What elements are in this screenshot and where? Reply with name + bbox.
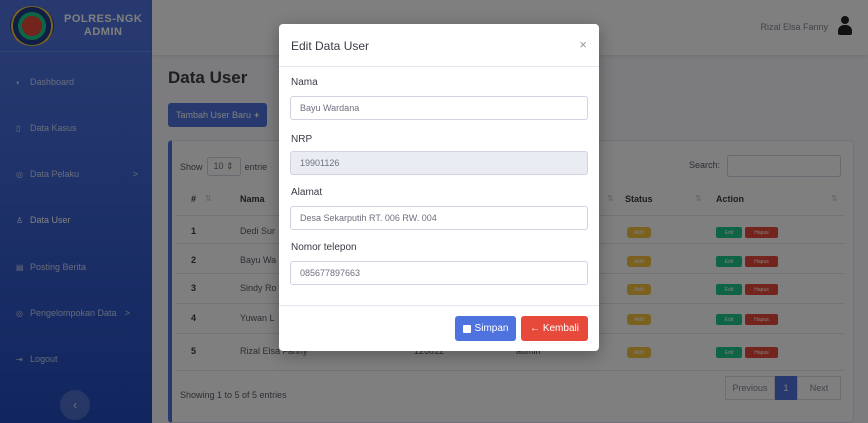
telepon-label: Nomor telepon	[291, 242, 357, 253]
nama-label: Nama	[291, 77, 318, 88]
back-button[interactable]: ← Kembali	[521, 316, 588, 341]
modal-title: Edit Data User	[291, 39, 370, 53]
edit-user-modal: Edit Data User × Nama Bayu Wardana NRP 1…	[279, 24, 599, 351]
save-button[interactable]: Simpan	[455, 316, 516, 341]
nrp-field: 19901126	[290, 151, 588, 175]
modal-divider	[279, 66, 599, 67]
alamat-field[interactable]: Desa Sekarputih RT. 006 RW. 004	[290, 206, 588, 230]
save-label: Simpan	[474, 323, 509, 334]
telepon-field[interactable]: 085677897663	[290, 261, 588, 285]
nrp-label: NRP	[291, 134, 313, 145]
alamat-label: Alamat	[291, 187, 323, 198]
save-icon	[462, 324, 471, 333]
close-icon[interactable]: ×	[579, 37, 587, 52]
nama-field[interactable]: Bayu Wardana	[290, 96, 588, 120]
modal-divider	[279, 305, 599, 306]
